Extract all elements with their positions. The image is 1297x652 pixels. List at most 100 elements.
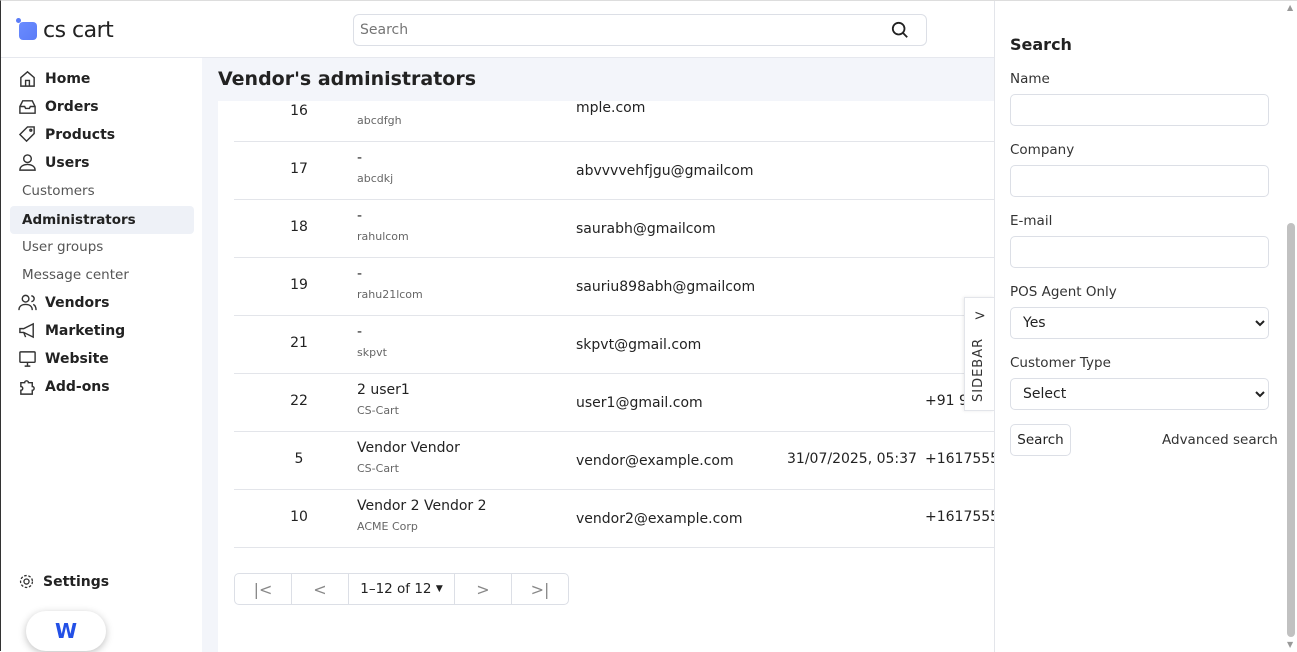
- user-email[interactable]: vendor@example.com: [576, 451, 776, 471]
- search-input[interactable]: [353, 14, 927, 46]
- user-company: rahu21lcom: [357, 288, 423, 301]
- top-bar: cs cart: [1, 1, 994, 58]
- user-phone: +16175555: [925, 509, 994, 525]
- nav-item-products[interactable]: Products: [18, 125, 115, 144]
- user-company: ACME Corp: [357, 520, 418, 533]
- search-icon[interactable]: [891, 21, 909, 39]
- nav-item-orders[interactable]: Orders: [18, 97, 99, 116]
- page-range-dropdown[interactable]: 1–12 of 12 ▼: [349, 574, 455, 604]
- table-row[interactable]: 21 - skpvt skpvt@gmail.com: [234, 316, 994, 374]
- widget-button[interactable]: W: [26, 611, 106, 651]
- pagination: |< < 1–12 of 12 ▼ > >|: [234, 573, 569, 605]
- user-id: 22: [290, 393, 308, 409]
- user-id: 16: [290, 103, 308, 119]
- page-title: Vendor's administrators: [218, 68, 477, 90]
- last-page-button[interactable]: >|: [512, 574, 568, 604]
- search-button[interactable]: Search: [1010, 424, 1071, 456]
- table-row[interactable]: 18 - rahulcom saurabh@gmailcom: [234, 200, 994, 258]
- email-input[interactable]: [1010, 236, 1269, 268]
- sidebar-toggle[interactable]: > SIDEBAR: [964, 297, 994, 411]
- table-row[interactable]: 5 Vendor Vendor CS-Cart vendor@example.c…: [234, 432, 994, 490]
- caret-down-icon: ▼: [435, 584, 443, 594]
- nav-item-vendors[interactable]: Vendors: [18, 293, 109, 312]
- megaphone-icon: [19, 322, 34, 339]
- table-row[interactable]: 17 - abcdkj abvvvvehfjgu@gmailcom: [234, 142, 994, 200]
- first-page-button[interactable]: |<: [235, 574, 292, 604]
- user-company: abcdfgh: [357, 114, 402, 127]
- gear-icon: [19, 574, 34, 589]
- sidebar-nav: Home Orders Products Users Customers Administ…: [1, 58, 202, 652]
- advanced-search-link[interactable]: Advanced search: [1162, 432, 1278, 448]
- nav-item-marketing[interactable]: Marketing: [18, 321, 125, 340]
- content: 16 - abcdfgh test+1748951989492@example.…: [218, 101, 994, 652]
- table-row[interactable]: 10 Vendor 2 Vendor 2 ACME Corp vendor2@e…: [234, 490, 994, 548]
- user-name[interactable]: Vendor 2 Vendor 2: [357, 498, 487, 514]
- home-icon: [20, 70, 35, 87]
- user-company: skpvt: [357, 346, 387, 359]
- user-id: 18: [290, 219, 308, 235]
- user-email[interactable]: user1@gmail.com: [576, 393, 776, 413]
- user-company: CS-Cart: [357, 462, 399, 475]
- nav-sub-administrators[interactable]: Administrators: [10, 206, 194, 234]
- scrollbar-thumb[interactable]: [1287, 223, 1295, 637]
- user-name[interactable]: -: [357, 101, 362, 108]
- user-id: 21: [290, 335, 308, 351]
- nav-item-add-ons[interactable]: Add-ons: [18, 377, 110, 396]
- name-label: Name: [1010, 71, 1050, 87]
- logo[interactable]: cs cart: [16, 17, 114, 43]
- user-name[interactable]: Vendor Vendor: [357, 440, 460, 456]
- scroll-up-icon[interactable]: ▲: [1287, 3, 1293, 12]
- nav-sub-user-groups[interactable]: User groups: [22, 239, 103, 255]
- main-area: Vendor's administrators 16 - abcdfgh tes…: [202, 58, 994, 652]
- users-icon: [18, 294, 37, 311]
- company-input[interactable]: [1010, 165, 1269, 197]
- user-email[interactable]: test+1748951989492@example.com: [576, 101, 776, 118]
- user-icon: [19, 154, 36, 171]
- user-name[interactable]: -: [357, 208, 362, 224]
- user-email[interactable]: abvvvvehfjgu@gmailcom: [576, 161, 776, 181]
- user-name[interactable]: -: [357, 324, 362, 340]
- user-id: 17: [290, 161, 308, 177]
- customer-type-label: Customer Type: [1010, 355, 1111, 371]
- nav-sub-message-center[interactable]: Message center: [22, 267, 129, 283]
- nav-sub-customers[interactable]: Customers: [22, 183, 95, 199]
- customer-type-select[interactable]: Select: [1010, 378, 1269, 410]
- email-label: E-mail: [1010, 213, 1053, 229]
- user-email[interactable]: skpvt@gmail.com: [576, 335, 776, 355]
- pos-agent-label: POS Agent Only: [1010, 284, 1117, 300]
- monitor-icon: [19, 351, 36, 367]
- table-row[interactable]: 22 2 user1 CS-Cart user1@gmail.com +91 9…: [234, 374, 994, 432]
- pos-agent-select[interactable]: Yes: [1010, 307, 1269, 339]
- company-label: Company: [1010, 142, 1075, 158]
- user-company: abcdkj: [357, 172, 394, 185]
- nav-item-home[interactable]: Home: [18, 69, 90, 88]
- search-panel-title: Search: [1010, 35, 1072, 54]
- user-name[interactable]: -: [357, 150, 362, 166]
- tag-icon: [18, 126, 35, 143]
- user-phone: +16175555: [925, 451, 994, 467]
- user-id: 10: [290, 509, 308, 525]
- nav-item-users[interactable]: Users: [18, 153, 89, 172]
- user-email[interactable]: vendor2@example.com: [576, 509, 776, 529]
- user-id: 5: [294, 451, 304, 467]
- name-input[interactable]: [1010, 94, 1269, 126]
- next-page-button[interactable]: >: [455, 574, 512, 604]
- prev-page-button[interactable]: <: [292, 574, 349, 604]
- last-login: 31/07/2025, 05:37: [787, 451, 917, 467]
- user-company: rahulcom: [357, 230, 409, 243]
- table-row[interactable]: 16 - abcdfgh test+1748951989492@example.…: [234, 101, 994, 142]
- inbox-icon: [19, 100, 36, 114]
- user-company: CS-Cart: [357, 404, 399, 417]
- user-name[interactable]: -: [357, 266, 362, 282]
- user-name[interactable]: 2 user1: [357, 382, 410, 398]
- nav-item-settings[interactable]: Settings: [18, 573, 109, 590]
- chevron-right-icon: >: [974, 308, 986, 324]
- user-email[interactable]: saurabh@gmailcom: [576, 219, 776, 239]
- user-email[interactable]: sauriu898abh@gmailcom: [576, 277, 776, 297]
- nav-item-website[interactable]: Website: [18, 349, 109, 368]
- table-row[interactable]: 19 - rahu21lcom sauriu898abh@gmailcom: [234, 258, 994, 316]
- user-id: 19: [290, 277, 308, 293]
- puzzle-icon: [20, 380, 35, 395]
- search-panel: Search Name Company E-mail POS Agent Onl…: [994, 1, 1297, 652]
- scroll-down-icon[interactable]: ▼: [1287, 640, 1293, 649]
